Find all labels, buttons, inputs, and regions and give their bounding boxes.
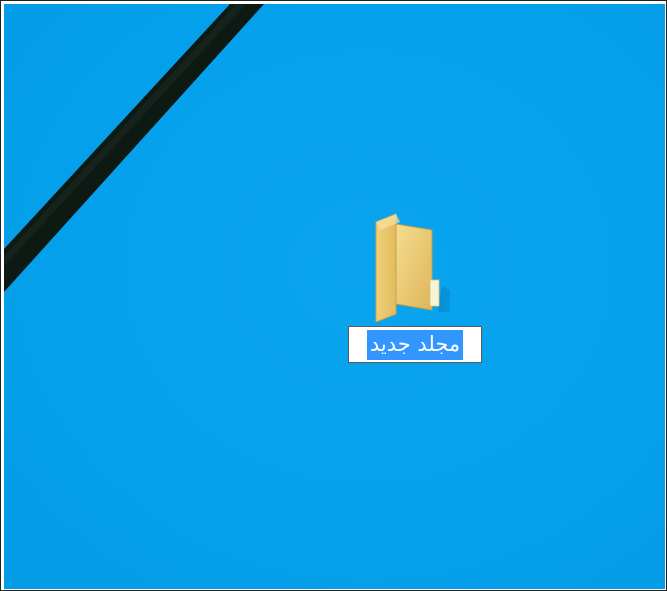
folder-icon [375, 213, 450, 322]
wallpaper-stripe [4, 4, 264, 292]
desktop[interactable]: مجلد جديد [4, 4, 665, 589]
desktop-icon-new-folder[interactable]: مجلد جديد [348, 212, 484, 372]
rename-field[interactable]: مجلد جديد [348, 326, 482, 363]
screenshot-frame: مجلد جديد [0, 0, 667, 591]
folder-name-selected-text[interactable]: مجلد جديد [366, 329, 464, 360]
